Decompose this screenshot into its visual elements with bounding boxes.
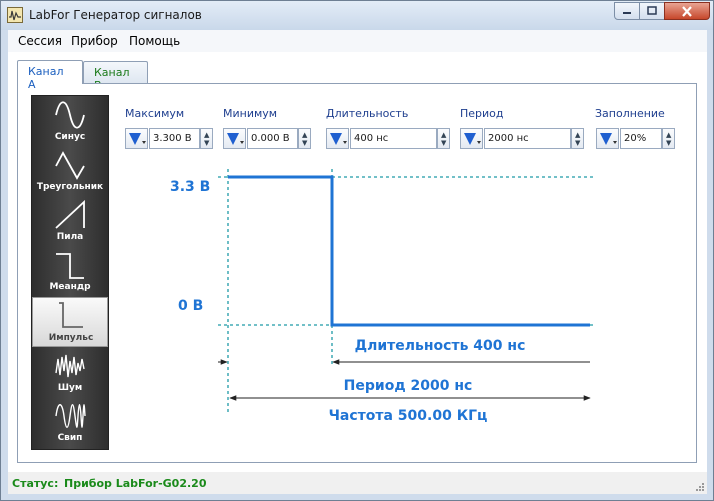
device-status: Прибор LabFor-G02.20	[64, 477, 207, 490]
menu-bar: Сессия Прибор Помощь	[8, 30, 707, 53]
high-level-label: 3.3 В	[170, 179, 210, 195]
menu-help[interactable]: Помощь	[129, 34, 180, 48]
period-label-text: Период 2000 нс	[344, 378, 473, 394]
pulse-waveform	[228, 175, 590, 327]
close-button[interactable]	[664, 2, 710, 20]
maximize-icon	[647, 6, 657, 15]
close-icon	[682, 5, 692, 17]
tab-channel-a[interactable]: Канал А	[17, 60, 83, 91]
status-label: Статус:	[12, 477, 59, 490]
title-bar[interactable]: LabFor Генератор сигналов	[1, 1, 713, 30]
status-bar: Статус: Прибор LabFor-G02.20	[8, 472, 707, 494]
menu-session[interactable]: Сессия	[18, 34, 62, 48]
pulse-diagram: 3.3 В 0 В Длительность 400 нс Период 200…	[170, 169, 593, 424]
window-title: LabFor Генератор сигналов	[29, 8, 202, 22]
oscilloscope-icon	[7, 7, 23, 23]
low-level-label: 0 В	[178, 298, 203, 314]
app-window: LabFor Генератор сигналов Сессия Прибор …	[0, 0, 714, 501]
maximize-button[interactable]	[639, 2, 665, 20]
frequency-label: Частота 500.00 КГц	[329, 408, 488, 424]
main-area: Канал А Канал B Синус Треугольник Пила М…	[8, 52, 707, 472]
minimize-icon	[623, 12, 631, 14]
resize-grip-icon[interactable]	[695, 482, 705, 492]
pulse-width-label: Длительность 400 нс	[355, 338, 526, 354]
menu-device[interactable]: Прибор	[71, 34, 118, 48]
minimize-button[interactable]	[614, 2, 640, 20]
